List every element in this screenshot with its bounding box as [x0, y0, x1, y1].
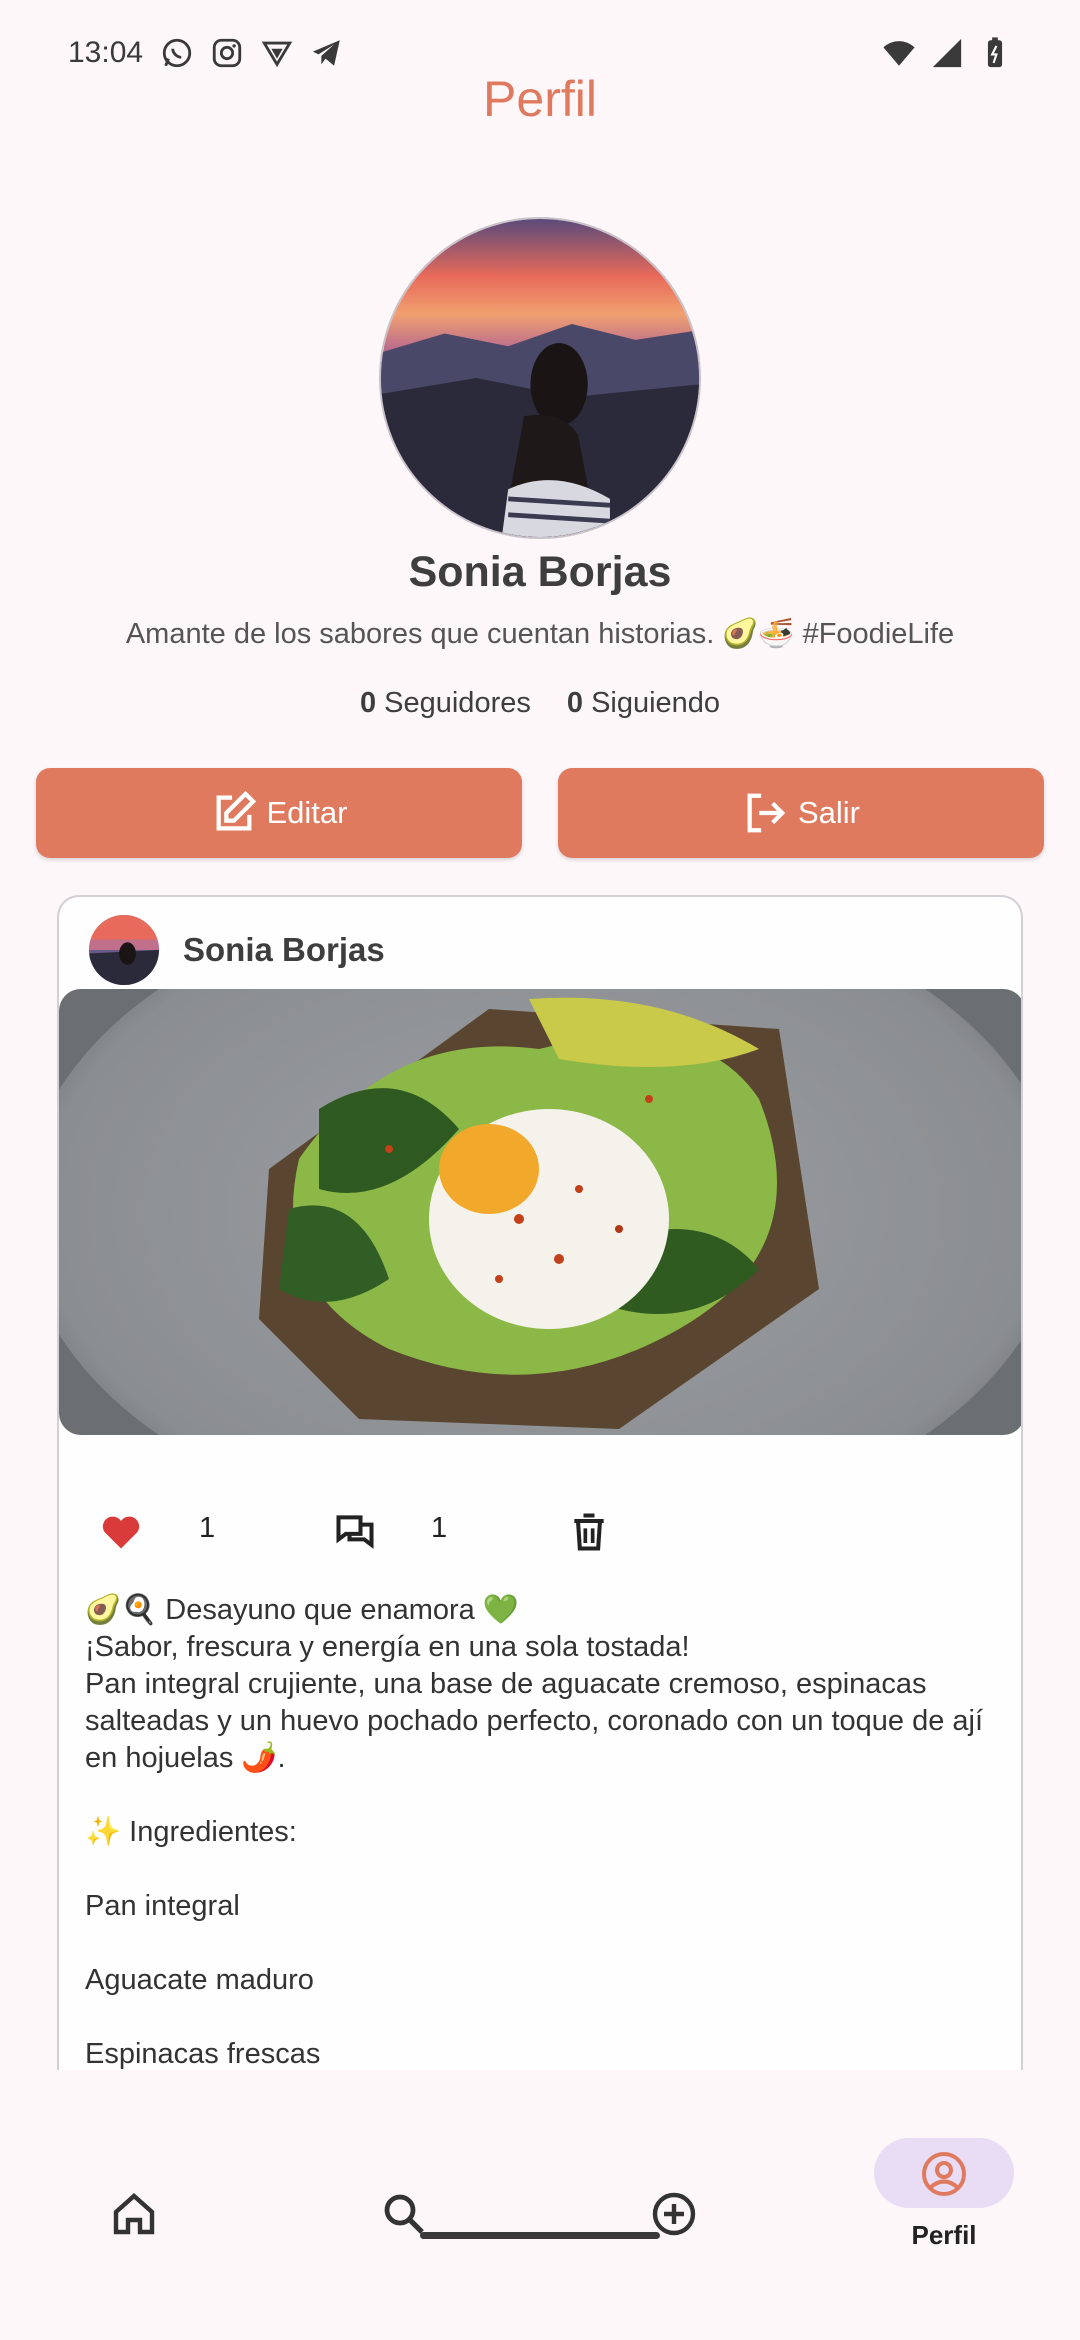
logout-button[interactable]: Salir [558, 768, 1044, 858]
telegram-icon [310, 36, 344, 70]
nav-item-home[interactable] [34, 2070, 234, 2250]
search-icon [380, 2190, 428, 2238]
signal-icon [930, 36, 964, 70]
instagram-icon [210, 36, 244, 70]
status-app-icons [160, 36, 344, 70]
comments-button[interactable] [333, 1502, 377, 1562]
post-actions: 1 1 [59, 1502, 1021, 1562]
comments-count: 1 [431, 1512, 448, 1544]
page-title: Perfil [483, 71, 597, 127]
edit-profile-button[interactable]: Editar [36, 768, 522, 858]
status-time: 13:04 [68, 36, 144, 69]
followers-label: Seguidores [384, 687, 531, 719]
following-label: Siguiendo [591, 687, 721, 719]
nav-item-profile-label: Perfil [911, 2220, 977, 2250]
profile-bio: Amante de los sabores que cuentan histor… [125, 618, 955, 650]
post-author-name: Sonia Borjas [183, 931, 385, 968]
vpn-icon [260, 36, 294, 70]
logout-button-label: Salir [797, 795, 860, 830]
logout-icon [742, 790, 788, 836]
following-stat[interactable]: 0 Siguiendo [567, 687, 720, 720]
trash-icon [567, 1510, 611, 1554]
status-system-icons [882, 36, 1012, 70]
likes-count: 1 [199, 1512, 216, 1544]
delete-post-button[interactable] [567, 1502, 611, 1562]
profile-stats: 0 Seguidores 0 Siguiendo [0, 687, 1080, 720]
profile-avatar[interactable] [379, 217, 701, 539]
comment-icon [333, 1510, 377, 1554]
nav-item-profile[interactable]: Perfil [844, 2070, 1044, 2250]
nav-item-add[interactable] [574, 2070, 774, 2250]
home-icon [110, 2190, 158, 2238]
followers-count: 0 [359, 687, 377, 719]
post-image[interactable] [59, 989, 1021, 1435]
whatsapp-icon [160, 36, 194, 70]
profile-icon [920, 2150, 968, 2198]
add-icon [650, 2190, 698, 2238]
home-indicator[interactable] [420, 2232, 660, 2239]
followers-stat[interactable]: 0 Seguidores [360, 687, 531, 720]
post-caption: 🥑🍳 Desayuno que enamora 💚 ¡Sabor, frescu… [85, 1594, 984, 2070]
edit-button-label: Editar [266, 795, 348, 830]
bottom-navigation: Perfil [0, 2070, 1080, 2340]
battery-icon [978, 36, 1012, 70]
wifi-icon [882, 36, 916, 70]
like-button[interactable] [99, 1502, 143, 1562]
following-count: 0 [566, 687, 583, 719]
post-author-avatar[interactable] [89, 915, 159, 985]
edit-icon [211, 790, 257, 836]
post-header: Sonia Borjas [89, 915, 385, 985]
profile-name: Sonia Borjas [408, 548, 672, 596]
post-card: Sonia Borjas 1 1 🥑🍳 Desayuno que enamora… [57, 895, 1023, 2075]
heart-icon [99, 1510, 143, 1554]
nav-item-search[interactable] [304, 2070, 504, 2250]
